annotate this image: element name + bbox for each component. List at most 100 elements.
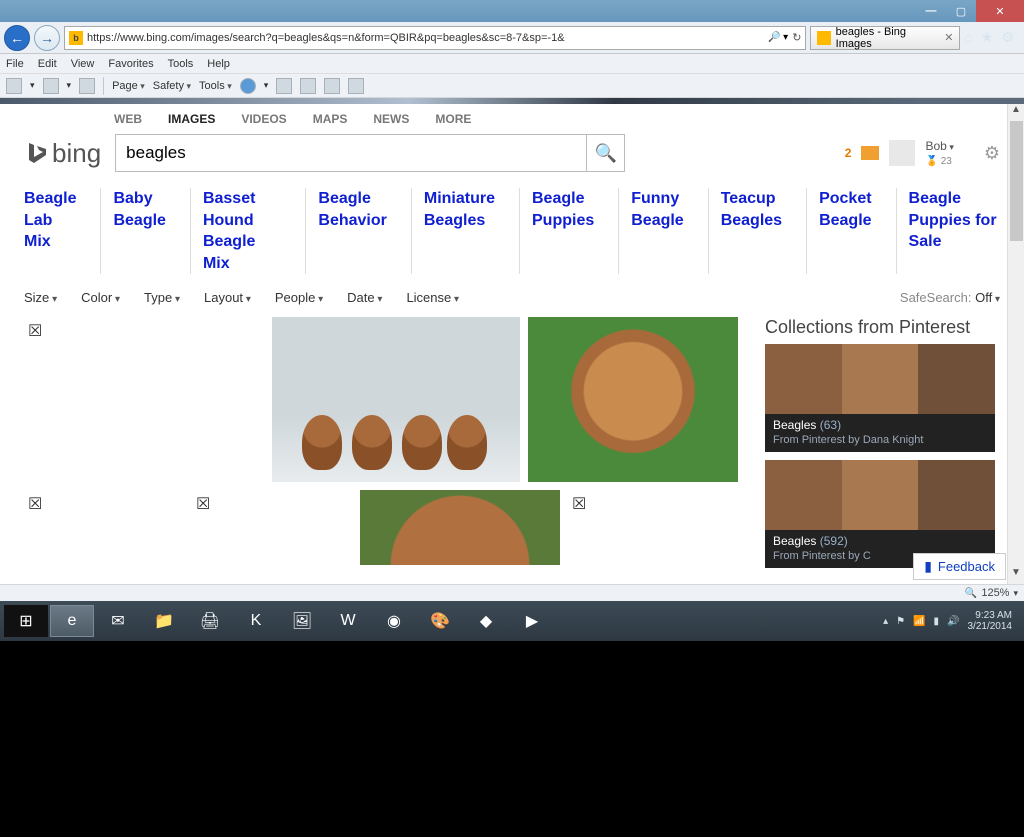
window-minimize-button[interactable] <box>916 0 946 22</box>
scroll-thumb[interactable] <box>1010 121 1023 241</box>
taskbar-app[interactable]: K <box>234 605 278 637</box>
related-link[interactable]: Pocket <box>819 188 871 210</box>
related-link[interactable]: Puppies <box>532 210 594 232</box>
tab-close-button[interactable]: ✕ <box>944 31 953 44</box>
tray-up-icon[interactable]: ▴ <box>883 616 888 627</box>
related-link[interactable]: Baby <box>113 188 165 210</box>
related-link[interactable]: Beagles <box>424 210 495 232</box>
page-menu[interactable]: Page <box>112 80 145 92</box>
related-link[interactable]: Beagle <box>532 188 594 210</box>
taskbar-app-explorer[interactable]: 📁 <box>142 605 186 637</box>
mail-icon[interactable] <box>79 78 95 94</box>
nav-forward-button[interactable]: → <box>34 25 60 51</box>
browser-tab[interactable]: beagles - Bing Images ✕ <box>810 26 960 50</box>
filter-layout[interactable]: Layout <box>204 290 251 305</box>
taskbar-app[interactable]: ◆ <box>464 605 508 637</box>
zoom-dropdown-icon[interactable]: ▾ <box>1013 588 1018 599</box>
related-link[interactable]: Beagle <box>631 210 683 232</box>
related-link[interactable]: Beagles <box>721 210 782 232</box>
tray-volume-icon[interactable]: 🔊 <box>947 616 959 627</box>
scope-more[interactable]: MORE <box>435 112 471 126</box>
search-input[interactable] <box>116 143 586 163</box>
filter-size[interactable]: Size <box>24 290 57 305</box>
zoom-icon[interactable]: 🔍 <box>965 588 977 599</box>
menu-view[interactable]: View <box>71 58 95 70</box>
taskbar-app[interactable]: 🖼 <box>280 605 324 637</box>
favorites-icon[interactable]: ★ <box>981 29 994 46</box>
taskbar-app-paint[interactable]: 🎨 <box>418 605 462 637</box>
taskbar-app-word[interactable]: W <box>326 605 370 637</box>
zoom-level[interactable]: 125% <box>981 587 1009 599</box>
vertical-scrollbar[interactable]: ▲ ▼ <box>1007 104 1024 584</box>
home-icon[interactable]: ⌂ <box>964 29 972 46</box>
related-link[interactable]: Beagle <box>909 188 1000 210</box>
taskbar-app-outlook[interactable]: ✉ <box>96 605 140 637</box>
image-result[interactable] <box>24 490 184 565</box>
addon-icon-4[interactable] <box>348 78 364 94</box>
filter-color[interactable]: Color <box>81 290 120 305</box>
search-button[interactable]: 🔍 <box>586 135 624 171</box>
start-button[interactable]: ⊞ <box>4 605 48 637</box>
image-result[interactable] <box>528 317 738 482</box>
related-link[interactable]: Beagle <box>819 210 871 232</box>
address-input[interactable] <box>87 32 764 44</box>
help-icon[interactable] <box>240 78 256 94</box>
image-result[interactable] <box>360 490 560 565</box>
tray-battery-icon[interactable]: ▮ <box>934 616 940 627</box>
related-link[interactable]: Teacup <box>721 188 782 210</box>
addon-icon-3[interactable] <box>324 78 340 94</box>
filter-date[interactable]: Date <box>347 290 382 305</box>
related-link[interactable]: Beagle <box>318 188 386 210</box>
related-link[interactable]: Beagle Mix <box>203 231 281 274</box>
menu-tools[interactable]: Tools <box>168 58 194 70</box>
scope-news[interactable]: NEWS <box>373 112 409 126</box>
related-link[interactable]: Miniature <box>424 188 495 210</box>
pinterest-card[interactable]: Beagles (63)From Pinterest by Dana Knigh… <box>765 344 995 452</box>
search-dropdown-icon[interactable]: 🔎 ▾ <box>768 32 788 43</box>
feeds-icon[interactable] <box>43 78 59 94</box>
address-bar[interactable]: b 🔎 ▾ ↻ <box>64 26 806 50</box>
related-link[interactable]: Beagle <box>113 210 165 232</box>
reload-button[interactable]: ↻ <box>792 31 801 44</box>
related-link[interactable]: Puppies for Sale <box>909 210 1000 253</box>
menu-favorites[interactable]: Favorites <box>108 58 153 70</box>
scroll-up-button[interactable]: ▲ <box>1008 104 1024 121</box>
addon-icon-2[interactable] <box>300 78 316 94</box>
scope-maps[interactable]: MAPS <box>313 112 348 126</box>
taskbar-app-media[interactable]: ▶ <box>510 605 554 637</box>
window-close-button[interactable] <box>976 0 1024 22</box>
taskbar-app-ie[interactable]: e <box>50 605 94 637</box>
image-result[interactable] <box>192 490 352 565</box>
tray-network-icon[interactable]: 📶 <box>913 616 925 627</box>
taskbar-app-chrome[interactable]: ◉ <box>372 605 416 637</box>
menu-help[interactable]: Help <box>207 58 230 70</box>
scope-images[interactable]: IMAGES <box>168 112 215 126</box>
message-icon[interactable] <box>861 146 879 160</box>
window-maximize-button[interactable] <box>946 0 976 22</box>
related-link[interactable]: Lab Mix <box>24 210 76 253</box>
image-result[interactable] <box>568 490 698 565</box>
tray-flag-icon[interactable]: ⚑ <box>896 616 905 627</box>
filter-type[interactable]: Type <box>144 290 180 305</box>
safesearch-toggle[interactable]: SafeSearch: Off <box>900 290 1000 305</box>
image-result[interactable] <box>272 317 520 482</box>
scroll-down-button[interactable]: ▼ <box>1008 567 1024 584</box>
bing-logo[interactable]: bing <box>24 138 101 169</box>
user-name[interactable]: Bob <box>925 139 953 153</box>
safety-menu[interactable]: Safety <box>153 80 191 92</box>
feedback-button[interactable]: Feedback <box>913 553 1006 580</box>
related-link[interactable]: Basset Hound <box>203 188 281 231</box>
related-link[interactable]: Funny <box>631 188 683 210</box>
tools-menu[interactable]: Tools <box>199 80 232 92</box>
nav-back-button[interactable]: ← <box>4 25 30 51</box>
menu-file[interactable]: File <box>6 58 24 70</box>
scope-videos[interactable]: VIDEOS <box>241 112 286 126</box>
image-result[interactable] <box>24 317 264 482</box>
scope-web[interactable]: WEB <box>114 112 142 126</box>
menu-edit[interactable]: Edit <box>38 58 57 70</box>
filter-people[interactable]: People <box>275 290 323 305</box>
tools-gear-icon[interactable]: ⚙ <box>1001 29 1014 46</box>
related-link[interactable]: Behavior <box>318 210 386 232</box>
taskbar-clock[interactable]: 9:23 AM 3/21/2014 <box>968 610 1013 632</box>
related-link[interactable]: Beagle <box>24 188 76 210</box>
